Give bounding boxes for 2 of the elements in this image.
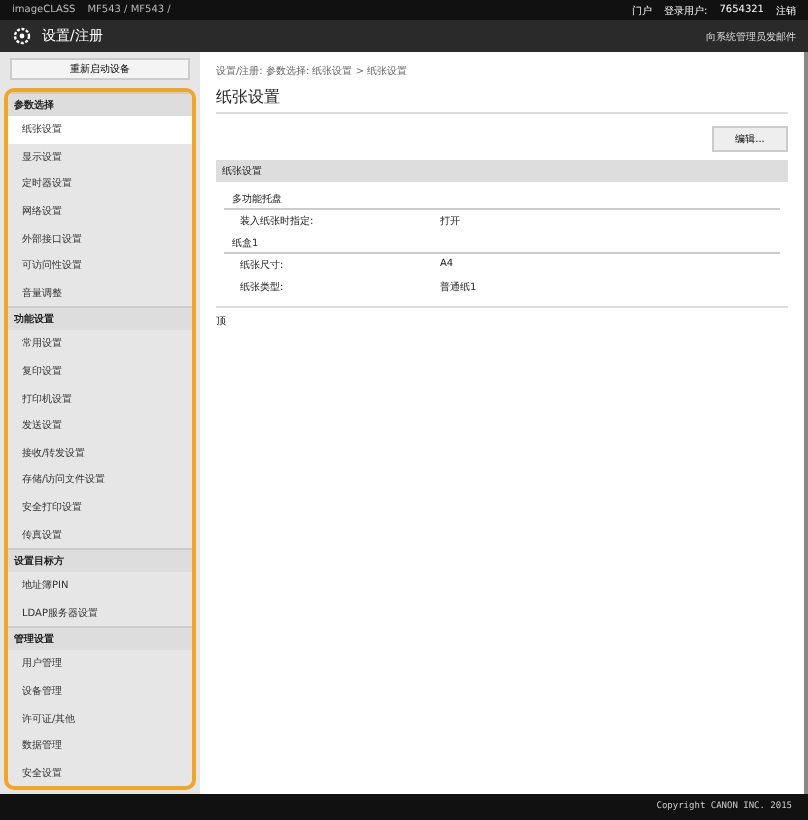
settings-icon [12,26,32,46]
section-title: 纸张设置 [216,86,788,114]
